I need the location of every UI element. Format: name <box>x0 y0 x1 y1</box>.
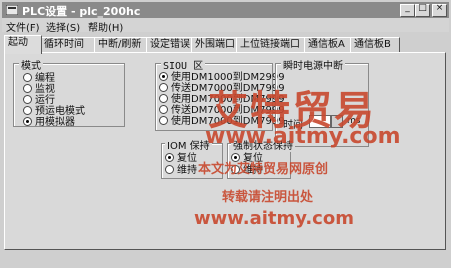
watermark-url-top: www.aitmy.com <box>205 124 401 149</box>
tab-peripheral-port[interactable]: 外围端口 <box>191 37 241 53</box>
tab-comm-board-b[interactable]: 通信板B <box>350 37 400 53</box>
maximize-icon: □ <box>418 3 427 13</box>
watermark-repost: 转载请注明出处 <box>222 190 314 205</box>
tab-cycle-time[interactable]: 循环时间 <box>40 37 96 53</box>
tab-startup[interactable]: 起动 <box>4 35 42 54</box>
watermark-original: 本文为艾特贸易网原创 <box>198 162 329 177</box>
tab-error-settings[interactable]: 设定错误 <box>146 37 196 53</box>
tab-comm-board-a[interactable]: 通信板A <box>304 37 354 53</box>
maximize-button[interactable]: □ <box>415 3 430 17</box>
iom-hold-keep[interactable]: 维持 <box>165 161 197 176</box>
window-title: PLC设置 - plc_200hc <box>22 5 141 18</box>
close-icon: × <box>435 3 444 13</box>
watermark-url-bottom: www.aitmy.com <box>194 208 354 229</box>
menu-select[interactable]: 选择(S) <box>46 19 80 34</box>
title-bar: PLC设置 - plc_200hc _ □ × <box>2 2 449 18</box>
tab-strip: 起动 循环时间 中断/刷新 设定错误 外围端口 上位链接端口 通信板A 通信板B <box>4 35 444 54</box>
power-interrupt-title: 瞬时电源中断 <box>281 57 345 72</box>
menu-bar: 文件(F) 选择(S) 帮助(H) <box>2 18 449 34</box>
tab-host-link-port[interactable]: 上位链接端口 <box>236 37 308 53</box>
radio-icon <box>159 116 168 125</box>
close-button[interactable]: × <box>432 3 447 17</box>
menu-help[interactable]: 帮助(H) <box>88 19 123 34</box>
minimize-button[interactable]: _ <box>400 3 415 17</box>
radio-icon <box>23 117 32 126</box>
mode-option-simulator[interactable]: 用模拟器 <box>23 113 75 128</box>
minimize-icon: _ <box>405 3 410 13</box>
radio-icon <box>165 165 174 174</box>
tab-interrupt-refresh[interactable]: 中断/刷新 <box>94 37 150 53</box>
menu-file[interactable]: 文件(F) <box>6 19 40 34</box>
app-icon <box>6 5 18 15</box>
